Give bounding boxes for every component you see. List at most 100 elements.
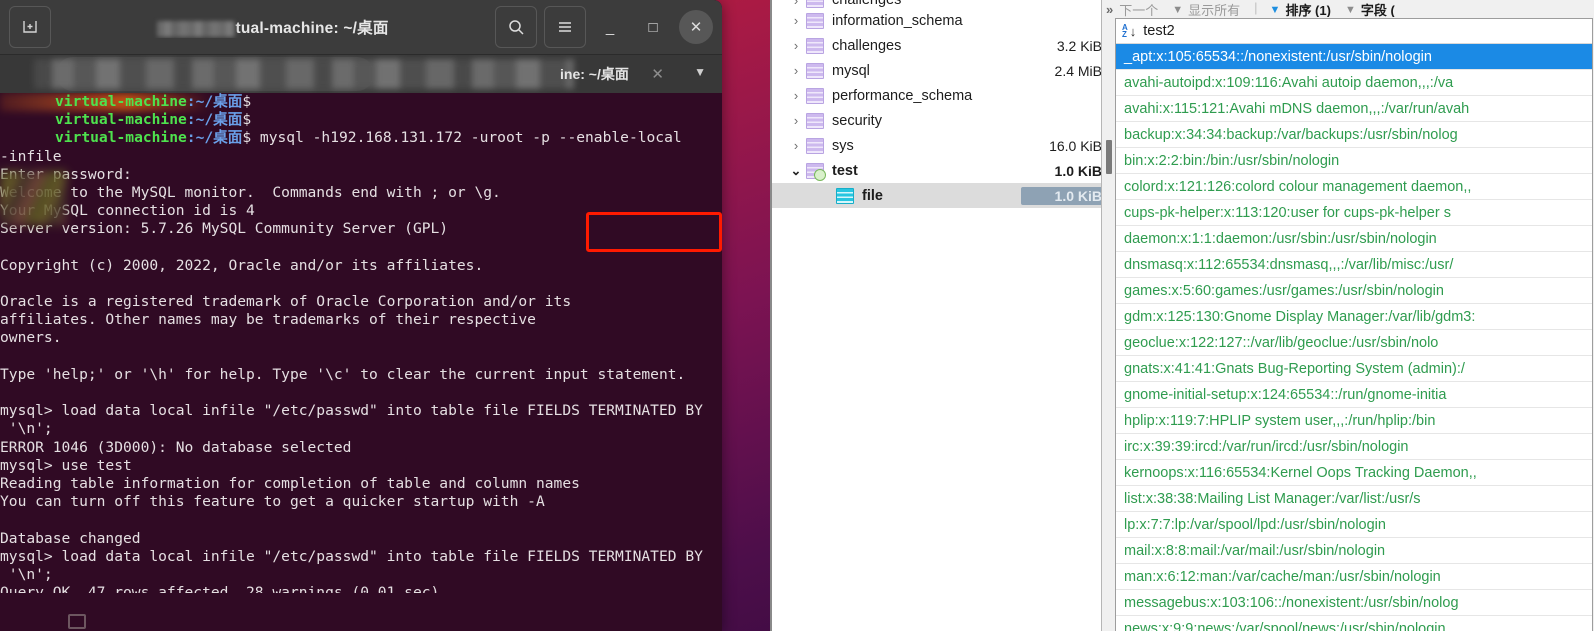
terminal-line: '\n'; <box>0 565 53 583</box>
grid-row[interactable]: cups-pk-helper:x:113:120:user for cups-p… <box>1116 200 1592 226</box>
window-title: tual-machine: ~/桌面 <box>51 16 495 38</box>
tree-row[interactable]: › sys 16.0 KiB <box>772 133 1108 158</box>
grid-cell-value: backup:x:34:34:backup:/var/backups:/usr/… <box>1124 126 1458 143</box>
tree-row[interactable]: › challenges 3.2 KiB <box>772 33 1108 58</box>
sort-direction-icon: ↓ <box>1129 23 1137 39</box>
grid-row[interactable]: gdm:x:125:130:Gnome Display Manager:/var… <box>1116 304 1592 330</box>
grid-row[interactable]: man:x:6:12:man:/var/cache/man:/usr/sbin/… <box>1116 564 1592 590</box>
grid-row[interactable]: messagebus:x:103:106::/nonexistent:/usr/… <box>1116 590 1592 616</box>
toolbar-item-label: 排序 (1) <box>1285 3 1331 17</box>
terminal-line: Enter password: <box>0 165 132 183</box>
grid-row[interactable]: hplip:x:119:7:HPLIP system user,,,:/run/… <box>1116 408 1592 434</box>
database-icon <box>806 12 824 29</box>
toolbar-separator: | <box>1254 0 1258 15</box>
chevron-right-icon[interactable]: › <box>788 63 804 78</box>
grid-row[interactable]: games:x:5:60:games:/usr/games:/usr/sbin/… <box>1116 278 1592 304</box>
tree-row[interactable]: ⌄ test 1.0 KiB <box>772 158 1108 183</box>
grid-row[interactable]: geoclue:x:122:127::/var/lib/geoclue:/usr… <box>1116 330 1592 356</box>
toolbar-item[interactable]: ▼ 排序 (1) <box>1270 0 1331 17</box>
terminal-line: You can turn off this feature to get a q… <box>0 493 545 511</box>
grid-vertical-scrollbar-thumb[interactable] <box>1106 140 1112 174</box>
terminal-line: mysql> use test <box>0 456 132 474</box>
terminal-tabstrip: ine: ~/桌面 ✕ ▼ <box>0 55 722 93</box>
minimize-button[interactable]: _ <box>593 10 627 44</box>
database-icon <box>806 137 824 154</box>
terminal-line: ERROR 1046 (3D000): No database selected <box>0 438 352 456</box>
database-icon <box>806 62 824 79</box>
toolbar-item[interactable]: ▼ 显示所有 <box>1172 0 1240 17</box>
grid-row[interactable]: avahi-autoipd:x:109:116:Avahi autoip dae… <box>1116 70 1592 96</box>
grid-cell-value: games:x:5:60:games:/usr/games:/usr/sbin/… <box>1124 282 1444 299</box>
triangle-down-blue-icon: ▼ <box>1269 3 1281 16</box>
chevron-down-icon[interactable]: ⌄ <box>788 163 804 179</box>
grid-row[interactable]: dnsmasq:x:112:65534:dnsmasq,,,:/var/lib/… <box>1116 252 1592 278</box>
grid-row[interactable]: mail:x:8:8:mail:/var/mail:/usr/sbin/nolo… <box>1116 538 1592 564</box>
triangle-down-gray-icon: ▼ <box>1344 3 1356 16</box>
tree-row[interactable]: file 1.0 KiB <box>772 183 1108 208</box>
database-icon <box>806 37 824 54</box>
grid-row[interactable]: _apt:x:105:65534::/nonexistent:/usr/sbin… <box>1116 44 1592 70</box>
grid-row[interactable]: colord:x:121:126:colord colour managemen… <box>1116 174 1592 200</box>
tree-row-label: security <box>832 112 882 129</box>
grid-row[interactable]: gnome-initial-setup:x:124:65534::/run/gn… <box>1116 382 1592 408</box>
grid-row[interactable]: irc:x:39:39:ircd:/var/run/ircd:/usr/sbin… <box>1116 434 1592 460</box>
toolbar-item-label: 下一个 <box>1119 3 1159 17</box>
tree-row[interactable]: › mysql 2.4 MiB <box>772 58 1108 83</box>
grid-cell-value: bin:x:2:2:bin:/bin:/usr/sbin/nologin <box>1124 152 1340 169</box>
chevron-down-icon[interactable]: ▼ <box>694 65 706 79</box>
new-tab-icon[interactable] <box>9 6 51 48</box>
terminal-line: Server version: 5.7.26 MySQL Community S… <box>0 220 449 238</box>
grid-row[interactable]: kernoops:x:116:65534:Kernel Oops Trackin… <box>1116 460 1592 486</box>
tab-close-icon[interactable]: ✕ <box>651 65 664 83</box>
database-tree-panel[interactable]: › challenges › information_schema › challenge… <box>770 0 1109 631</box>
tree-row[interactable]: › security <box>772 108 1108 133</box>
chevron-right-icon[interactable]: › <box>788 38 804 53</box>
chevron-right-icon[interactable]: › <box>788 88 804 103</box>
grid-row[interactable]: list:x:38:38:Mailing List Manager:/var/l… <box>1116 486 1592 512</box>
grid-cell-value: daemon:x:1:1:daemon:/usr/sbin:/usr/sbin/… <box>1124 230 1437 247</box>
chevron-right-icon[interactable]: › <box>788 0 804 8</box>
toolbar-item[interactable]: ▼ 字段 ( <box>1345 0 1395 17</box>
grid-rows[interactable]: _apt:x:105:65534::/nonexistent:/usr/sbin… <box>1116 44 1592 631</box>
grid-row[interactable]: news:x:9:9:news:/var/spool/news:/usr/sbi… <box>1116 616 1592 631</box>
search-icon[interactable] <box>495 6 537 48</box>
chevron-right-icon[interactable]: › <box>788 13 804 28</box>
grid-row[interactable]: avahi:x:115:121:Avahi mDNS daemon,,,:/va… <box>1116 96 1592 122</box>
grid-row[interactable]: backup:x:34:34:backup:/var/backups:/usr/… <box>1116 122 1592 148</box>
tree-row[interactable]: › performance_schema <box>772 83 1108 108</box>
toolbar-item-label: 字段 ( <box>1360 3 1395 17</box>
grid-cell-value: colord:x:121:126:colord colour managemen… <box>1124 178 1472 195</box>
database-icon <box>806 112 824 129</box>
grid-frame: AZ ↓ test2 _apt:x:105:65534::/nonexisten… <box>1115 18 1593 631</box>
maximize-button[interactable]: □ <box>636 10 670 44</box>
close-button[interactable]: ✕ <box>679 10 713 44</box>
grid-row[interactable]: bin:x:2:2:bin:/bin:/usr/sbin/nologin <box>1116 148 1592 174</box>
grid-row[interactable]: daemon:x:1:1:daemon:/usr/sbin:/usr/sbin/… <box>1116 226 1592 252</box>
grid-cell-value: avahi-autoipd:x:109:116:Avahi autoip dae… <box>1124 74 1454 91</box>
database-connected-icon <box>806 162 826 181</box>
chevron-right-icon[interactable]: › <box>788 113 804 128</box>
tree-row-size: 1.0 KiB <box>1020 186 1108 205</box>
tree-row[interactable]: › information_schema <box>772 8 1108 33</box>
grid-row[interactable]: gnats:x:41:41:Gnats Bug-Reporting System… <box>1116 356 1592 382</box>
database-icon <box>806 0 824 8</box>
terminal-output-area[interactable]: virtual-machine:~/桌面$ virtual-machine:~/… <box>0 93 722 631</box>
grid-column-header[interactable]: AZ ↓ test2 <box>1116 19 1592 44</box>
hamburger-menu-icon[interactable] <box>544 6 586 48</box>
grid-cell-value: lp:x:7:7:lp:/var/spool/lpd:/usr/sbin/nol… <box>1124 516 1386 533</box>
terminal-bottom-strip <box>0 593 722 631</box>
grid-column-header-label: test2 <box>1143 23 1175 39</box>
tree-row-label: performance_schema <box>832 87 973 104</box>
grid-cell-value: gnats:x:41:41:Gnats Bug-Reporting System… <box>1124 360 1465 377</box>
grid-row[interactable]: lp:x:7:7:lp:/var/spool/lpd:/usr/sbin/nol… <box>1116 512 1592 538</box>
tree-row[interactable]: › challenges <box>772 0 1108 8</box>
toolbar-item[interactable]: » 下一个 <box>1106 0 1158 17</box>
grid-cell-value: hplip:x:119:7:HPLIP system user,,,:/run/… <box>1124 412 1436 429</box>
terminal-window: tual-machine: ~/桌面 _ □ ✕ ine: ~/桌面 ✕ ▼ v… <box>0 0 722 631</box>
chevron-right-icon[interactable]: › <box>788 138 804 153</box>
terminal-titlebar: tual-machine: ~/桌面 _ □ ✕ <box>0 0 722 55</box>
